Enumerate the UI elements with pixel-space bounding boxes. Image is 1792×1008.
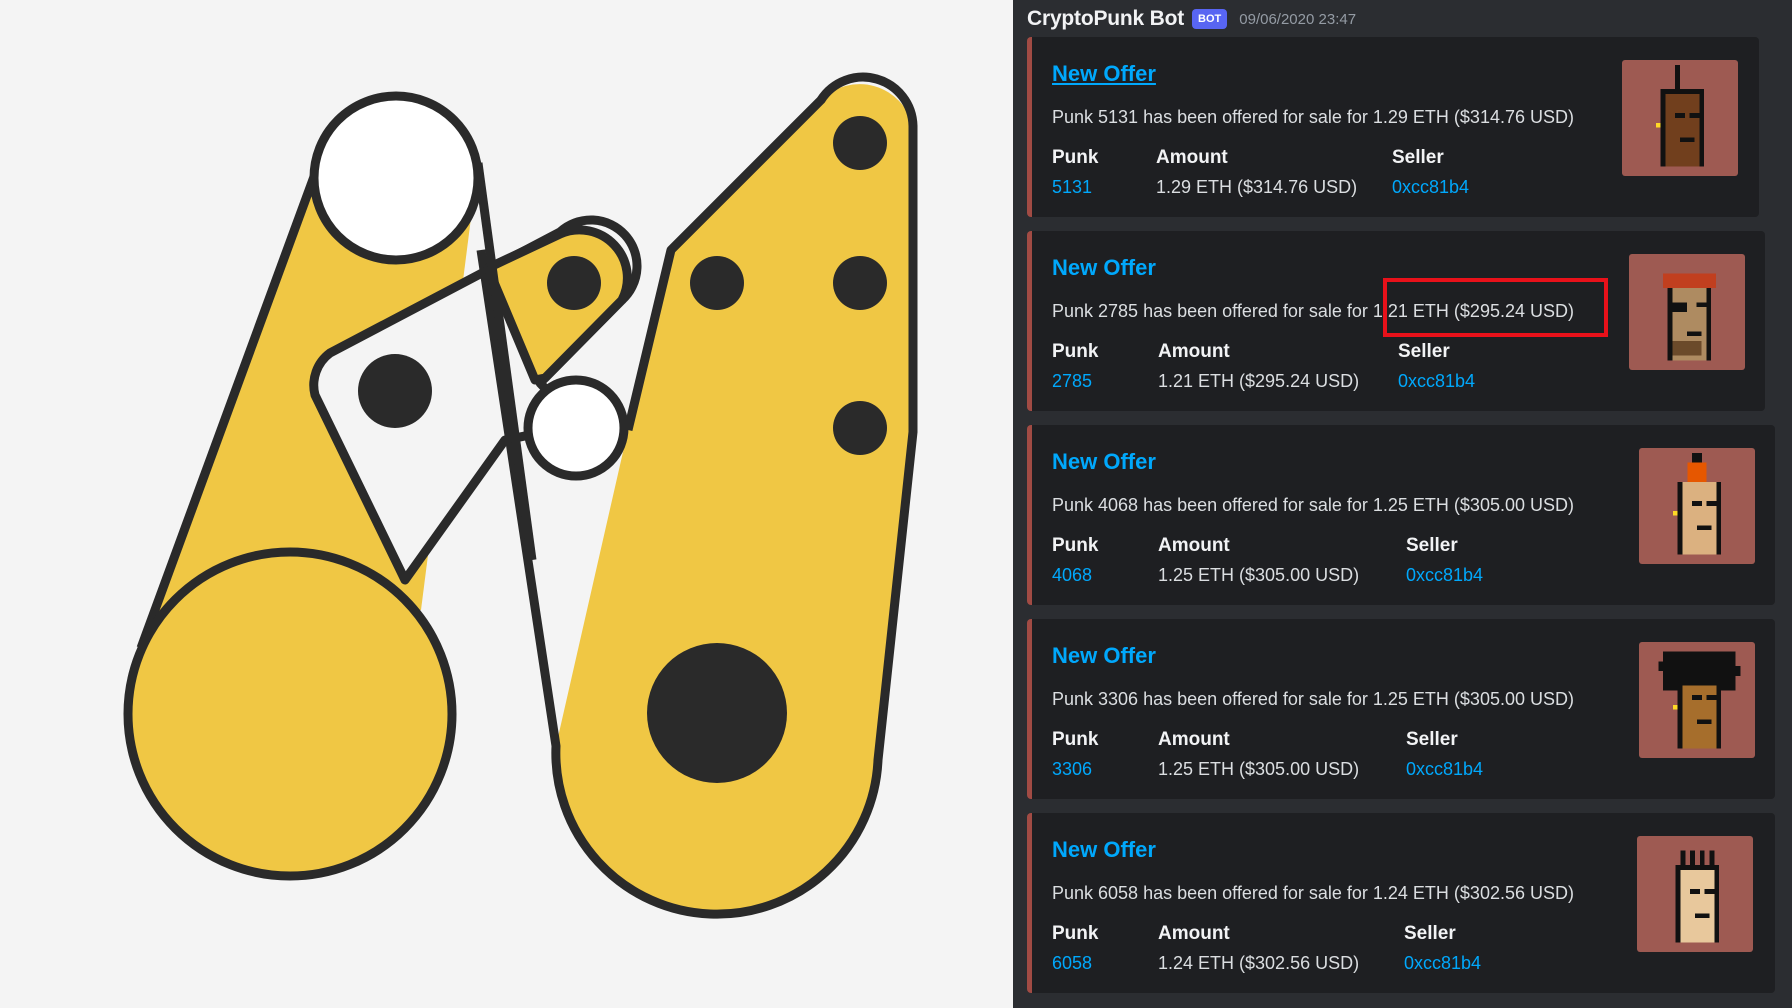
seller-link[interactable]: 0xcc81b4 [1404,953,1481,974]
offer-embed: New Offer Punk 3306 has been offered for… [1027,619,1775,799]
field-label-seller: Seller [1404,923,1456,944]
punk-id-link[interactable]: 4068 [1052,565,1092,586]
field-label-amount: Amount [1158,923,1230,944]
cryptopunk-avatar-icon[interactable] [1622,60,1738,176]
yellow-machine-logo [123,72,918,919]
offer-amount: 1.25 ETH ($305.00 USD) [1158,759,1360,779]
seller-link[interactable]: 0xcc81b4 [1406,759,1483,780]
field-label-punk: Punk [1052,341,1099,362]
field-label-seller: Seller [1398,341,1450,362]
field-label-seller: Seller [1392,147,1444,168]
punk-id-link[interactable]: 6058 [1052,953,1092,974]
field-label-amount: Amount [1158,729,1230,750]
offer-embed: New Offer Punk 5131 has been offered for… [1027,37,1759,217]
field-label-amount: Amount [1158,341,1230,362]
field-label-amount: Amount [1156,147,1228,168]
bot-name[interactable]: CryptoPunk Bot [1027,7,1184,31]
offer-description: Punk 3306 has been offered for sale for … [1052,689,1574,709]
field-label-punk: Punk [1052,923,1099,944]
field-label-punk: Punk [1052,535,1099,556]
punk-id-link[interactable]: 5131 [1052,177,1092,198]
offer-title-link[interactable]: New Offer [1052,643,1156,669]
message-header: CryptoPunk Bot BOT 09/06/2020 23:47 [1027,6,1356,32]
offer-title-link[interactable]: New Offer [1052,61,1156,87]
cryptopunk-avatar-icon[interactable] [1637,836,1753,952]
field-label-punk: Punk [1052,729,1099,750]
offer-description: Punk 5131 has been offered for sale for … [1052,107,1574,127]
logo-panel [0,0,1013,1008]
offer-amount: 1.25 ETH ($305.00 USD) [1158,565,1360,585]
punk-id-link[interactable]: 2785 [1052,371,1092,392]
offer-title-link[interactable]: New Offer [1052,837,1156,863]
seller-link[interactable]: 0xcc81b4 [1398,371,1475,392]
price-highlight-box [1383,278,1608,337]
offer-embed: New Offer Punk 4068 has been offered for… [1027,425,1775,605]
field-label-amount: Amount [1158,535,1230,556]
bot-badge: BOT [1192,9,1228,29]
offer-title-link[interactable]: New Offer [1052,449,1156,475]
punk-id-link[interactable]: 3306 [1052,759,1092,780]
offer-title-link[interactable]: New Offer [1052,255,1156,281]
seller-link[interactable]: 0xcc81b4 [1392,177,1469,198]
field-label-punk: Punk [1052,147,1099,168]
seller-link[interactable]: 0xcc81b4 [1406,565,1483,586]
offer-amount: 1.29 ETH ($314.76 USD) [1156,177,1358,197]
offer-description: Punk 4068 has been offered for sale for … [1052,495,1574,515]
offer-amount: 1.24 ETH ($302.56 USD) [1158,953,1360,973]
field-label-seller: Seller [1406,535,1458,556]
offer-amount: 1.21 ETH ($295.24 USD) [1158,371,1360,391]
cryptopunk-avatar-icon[interactable] [1639,448,1755,564]
message-timestamp: 09/06/2020 23:47 [1239,10,1357,28]
cryptopunk-avatar-icon[interactable] [1639,642,1755,758]
field-label-seller: Seller [1406,729,1458,750]
offer-embed: New Offer Punk 6058 has been offered for… [1027,813,1775,993]
discord-message-panel: CryptoPunk Bot BOT 09/06/2020 23:47 New … [1013,0,1792,1008]
cryptopunk-avatar-icon[interactable] [1629,254,1745,370]
offer-description: Punk 6058 has been offered for sale for … [1052,883,1574,903]
